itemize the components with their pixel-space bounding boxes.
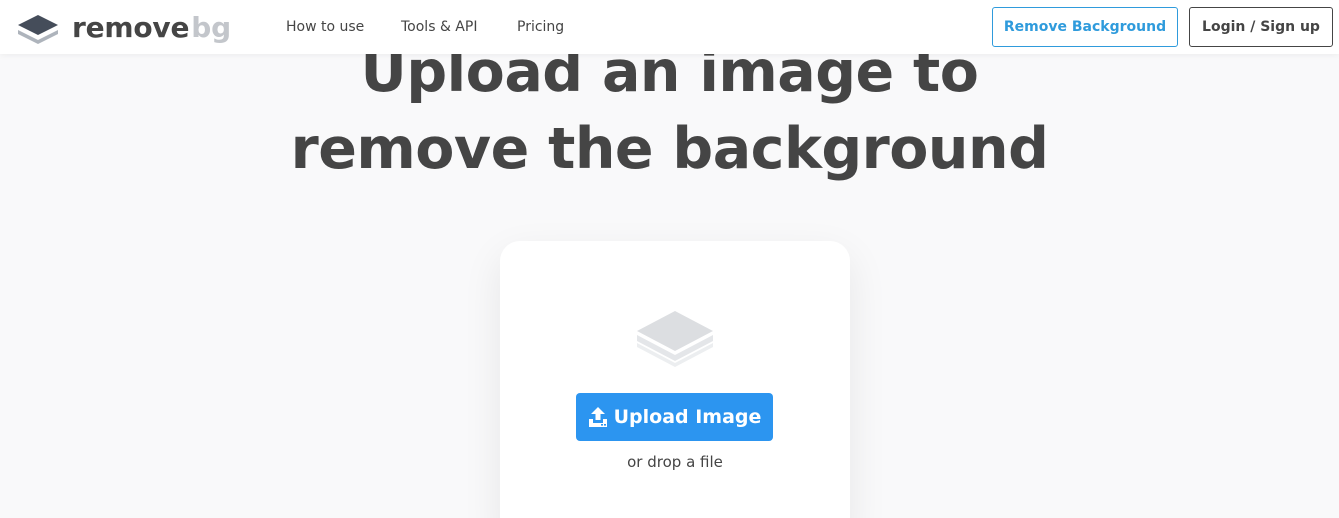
- logo-text: removebg: [72, 12, 231, 44]
- layers-logo-icon: [16, 12, 60, 44]
- nav-pricing[interactable]: Pricing: [517, 18, 564, 36]
- logo[interactable]: removebg: [16, 12, 231, 44]
- site-header: removebg How to use Tools & API Pricing …: [0, 0, 1339, 54]
- upload-image-label: Upload Image: [613, 406, 762, 428]
- nav-how-to-use[interactable]: How to use: [286, 18, 364, 36]
- upload-icon: [588, 406, 608, 428]
- upload-card[interactable]: Upload Image or drop a file: [500, 241, 850, 518]
- page: removebg How to use Tools & API Pricing …: [0, 0, 1339, 518]
- upload-image-button[interactable]: Upload Image: [576, 393, 773, 441]
- logo-text-bg: bg: [191, 11, 231, 44]
- hero-heading: Upload an image to remove the background: [0, 34, 1339, 188]
- logo-text-remove: remove: [72, 11, 190, 44]
- layers-placeholder-icon: [633, 309, 717, 369]
- hero-line-2: remove the background: [290, 116, 1049, 182]
- remove-background-button[interactable]: Remove Background: [992, 7, 1178, 47]
- drop-file-text: or drop a file: [627, 453, 723, 471]
- login-signup-button[interactable]: Login / Sign up: [1189, 7, 1333, 47]
- nav-tools-api[interactable]: Tools & API: [401, 18, 477, 36]
